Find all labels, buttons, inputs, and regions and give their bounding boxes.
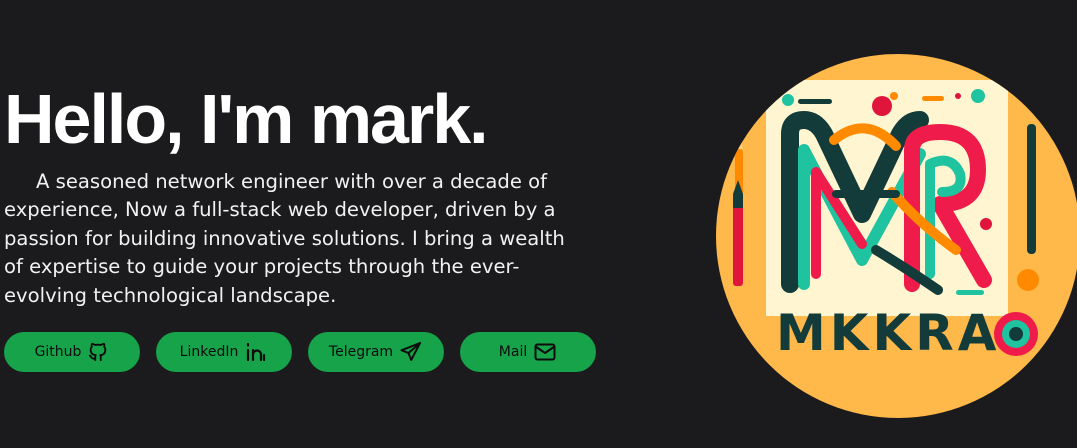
hero-title: Hello, I'm mark. [4,80,489,158]
github-button[interactable]: Github [4,332,140,372]
avatar-text: MKKRA [776,304,1000,362]
github-label: Github [34,344,82,360]
linkedin-label: LinkedIn [179,344,239,360]
mail-icon [534,343,556,361]
avatar: MKKRA [716,54,1077,418]
mail-label: Mail [498,344,528,360]
intro-section: Hello, I'm mark. A seasoned network engi… [4,78,604,310]
page: Hello, I'm mark. A seasoned network engi… [0,0,1077,448]
bio-paragraph: A seasoned network engineer with over a … [4,170,565,307]
github-icon [89,342,107,362]
mail-button[interactable]: Mail [460,332,596,372]
linkedin-button[interactable]: LinkedIn [156,332,292,372]
telegram-label: Telegram [328,344,394,360]
avatar-image: MKKRA [716,54,1077,418]
telegram-icon [400,342,422,361]
telegram-button[interactable]: Telegram [308,332,444,372]
linkedin-icon [247,342,266,362]
social-links: Github LinkedIn Telegram Mail [4,332,596,372]
